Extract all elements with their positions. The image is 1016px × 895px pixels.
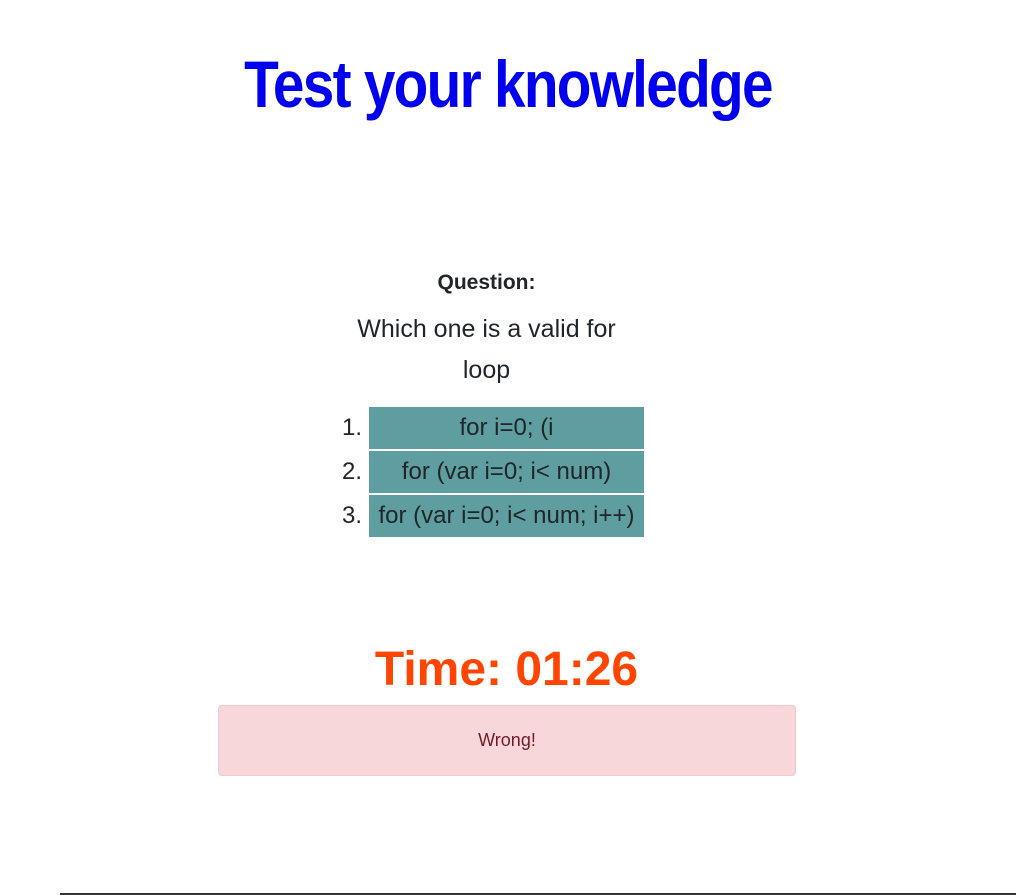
page-title: Test your knowledge (244, 47, 773, 121)
feedback-alert: Wrong! (218, 705, 796, 776)
answer-choice-1: 1. for i=0; (i (330, 407, 650, 449)
answer-choice-3: 3. for (var i=0; i< num; i++) (330, 495, 650, 537)
answer-button-3[interactable]: for (var i=0; i< num; i++) (369, 495, 644, 537)
answer-button-1[interactable]: for i=0; (i (369, 407, 644, 449)
choice-number: 1. (341, 414, 362, 441)
answer-button-2[interactable]: for (var i=0; i< num) (369, 451, 644, 493)
choice-number: 3. (341, 502, 362, 529)
choice-number: 2. (341, 458, 362, 485)
quiz-page: Test your knowledge Question: Which one … (0, 0, 1016, 895)
question-label: Question: (437, 271, 536, 294)
answer-choice-2: 2. for (var i=0; i< num) (330, 451, 650, 493)
answer-choices: 1. for i=0; (i 2. for (var i=0; i< num) … (330, 407, 650, 539)
question-text: Which one is a valid for loop (357, 315, 616, 384)
timer-display: Time: 01:26 (374, 643, 639, 696)
